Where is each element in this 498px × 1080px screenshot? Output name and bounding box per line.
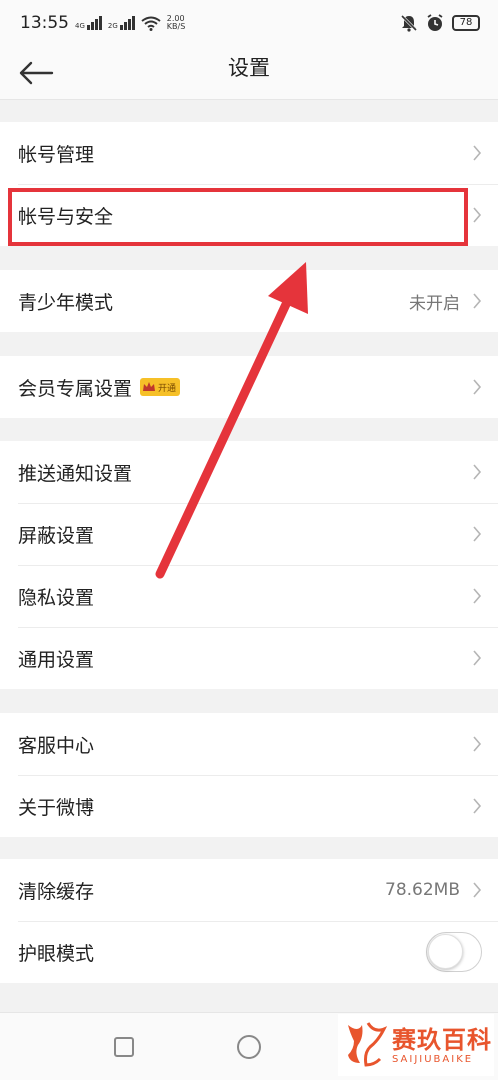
whale-tail-logo-icon [348, 1022, 388, 1067]
recent-apps-button[interactable] [114, 1037, 134, 1057]
watermark-logo: 赛玖百科 SAIJIUBAIKE [338, 1014, 494, 1076]
annotation-arrow [155, 262, 308, 579]
home-button[interactable] [237, 1035, 261, 1059]
